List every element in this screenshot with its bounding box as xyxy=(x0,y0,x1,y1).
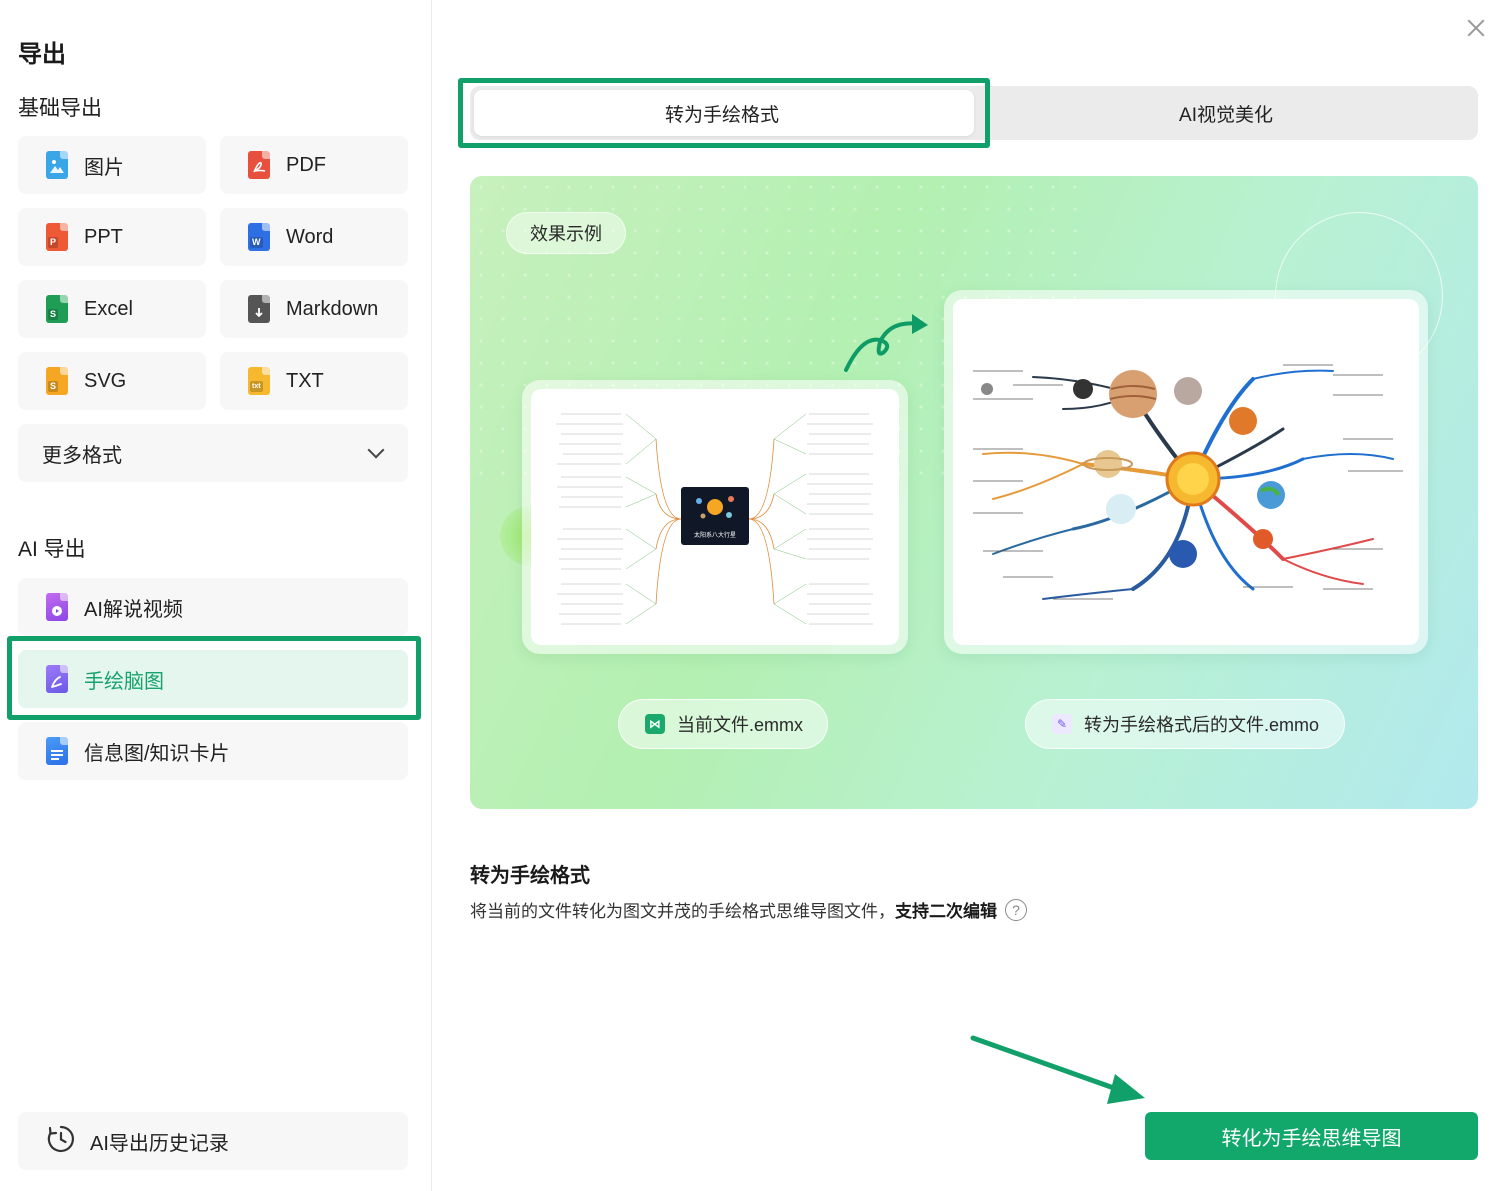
ppt-file-icon: P xyxy=(46,223,68,251)
tab-label: 转为手绘格式 xyxy=(664,104,779,126)
description-title: 转为手绘格式 xyxy=(470,865,590,887)
ai-video-icon xyxy=(46,593,68,621)
ai-video-button[interactable]: AI解说视频 xyxy=(18,578,408,636)
sidebar-title: 导出 xyxy=(18,41,66,68)
effect-example-badge: 效果示例 xyxy=(506,212,626,254)
description-text: 将当前的文件转化为图文并茂的手绘格式思维导图文件， 支持二次编辑 ? xyxy=(470,897,1027,922)
tab-label: AI视觉美化 xyxy=(1179,104,1273,126)
more-formats-label: 更多格式 xyxy=(42,444,122,467)
export-pdf-button[interactable]: PDF xyxy=(220,136,408,194)
format-label: PDF xyxy=(286,153,326,176)
current-file-chip: ⋈ 当前文件.emmx xyxy=(618,699,828,749)
export-excel-button[interactable]: S Excel xyxy=(18,280,206,338)
format-label: SVG xyxy=(84,369,127,392)
format-label: Markdown xyxy=(286,297,379,320)
markdown-file-icon xyxy=(248,295,270,323)
emmx-file-icon: ⋈ xyxy=(645,714,665,734)
mode-tabs: 转为手绘格式 AI视觉美化 xyxy=(470,86,1478,140)
ai-item-label: 手绘脑图 xyxy=(84,670,164,693)
export-sidebar: 导出 基础导出 图片 PDF P PPT W Word S Excel Mark… xyxy=(0,0,432,1191)
export-ppt-button[interactable]: P PPT xyxy=(18,208,206,266)
txt-file-icon: txt xyxy=(248,367,270,395)
tab-hand-drawn[interactable]: 转为手绘格式 xyxy=(470,86,974,140)
history-clock-icon xyxy=(46,1124,76,1159)
ai-item-label: AI解说视频 xyxy=(84,598,183,621)
pointer-arrow-icon xyxy=(970,1035,1145,1104)
emmo-file-icon: ✎ xyxy=(1052,714,1072,734)
export-word-button[interactable]: W Word xyxy=(220,208,408,266)
export-markdown-button[interactable]: Markdown xyxy=(220,280,408,338)
ai-export-label: AI 导出 xyxy=(18,538,86,561)
word-file-icon: W xyxy=(248,223,270,251)
format-label: 图片 xyxy=(84,156,124,179)
export-svg-button[interactable]: S SVG xyxy=(18,352,206,410)
infographic-button[interactable]: 信息图/知识卡片 xyxy=(18,722,408,780)
hand-drawn-mindmap-icon xyxy=(46,665,68,693)
ai-item-label: 信息图/知识卡片 xyxy=(84,742,230,765)
description-bold: 支持二次编辑 xyxy=(895,902,997,921)
more-formats-dropdown[interactable]: 更多格式 xyxy=(18,424,408,482)
ai-export-history-button[interactable]: AI导出历史记录 xyxy=(18,1112,408,1170)
export-image-button[interactable]: 图片 xyxy=(18,136,206,194)
format-label: TXT xyxy=(286,369,324,392)
original-mindmap-preview: 太阳系八大行星 xyxy=(522,380,908,654)
excel-file-icon: S xyxy=(46,295,68,323)
tab-ai-visual[interactable]: AI视觉美化 xyxy=(974,86,1478,140)
history-label: AI导出历史记录 xyxy=(90,1132,229,1155)
svg-file-icon: S xyxy=(46,367,68,395)
converted-file-label: 转为手绘格式后的文件.emmo xyxy=(1084,715,1320,735)
curved-arrow-icon xyxy=(844,314,928,372)
chevron-down-icon xyxy=(367,441,385,459)
hand-drawn-mindmap-button[interactable]: 手绘脑图 xyxy=(18,650,408,708)
convert-to-hand-drawn-button[interactable]: 转化为手绘思维导图 xyxy=(1145,1112,1478,1160)
current-file-label: 当前文件.emmx xyxy=(677,715,803,735)
help-icon[interactable]: ? xyxy=(1005,898,1027,921)
pdf-file-icon xyxy=(248,151,270,179)
format-label: Word xyxy=(286,225,334,248)
format-label: Excel xyxy=(84,297,133,320)
close-icon[interactable] xyxy=(1464,16,1488,40)
format-label: PPT xyxy=(84,225,123,248)
description-body: 将当前的文件转化为图文并茂的手绘格式思维导图文件， xyxy=(470,902,895,921)
basic-export-label: 基础导出 xyxy=(18,97,102,120)
infographic-icon xyxy=(46,737,68,765)
export-txt-button[interactable]: txt TXT xyxy=(220,352,408,410)
mindmap-center-label: 太阳系八大行星 xyxy=(694,531,736,539)
effect-preview: 效果示例 太阳系八大行星 ⋈ 当前文件.emmx ✎ 转为手绘格式后的文件.em… xyxy=(470,176,1478,809)
image-file-icon xyxy=(46,151,68,179)
hand-drawn-mindmap-preview xyxy=(944,290,1428,654)
converted-file-chip: ✎ 转为手绘格式后的文件.emmo xyxy=(1025,699,1345,749)
